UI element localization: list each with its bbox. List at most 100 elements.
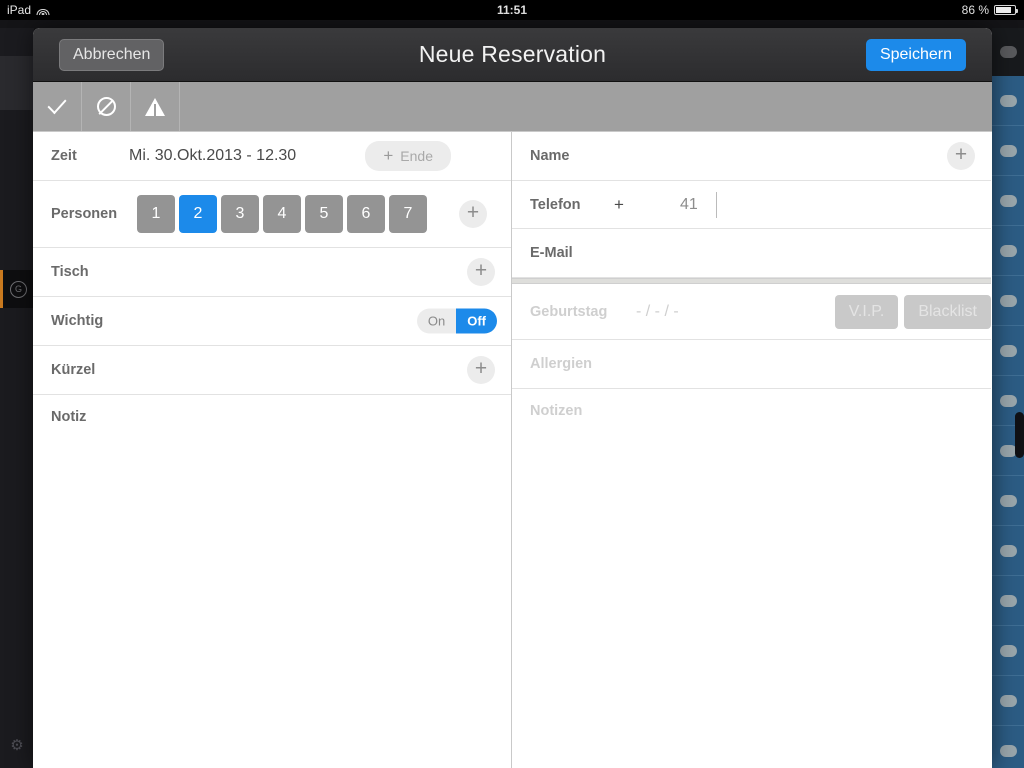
row-kuerzel[interactable]: Kürzel + [33, 346, 511, 395]
list-item[interactable] [992, 476, 1024, 526]
list-item[interactable] [992, 76, 1024, 126]
list-item[interactable] [992, 326, 1024, 376]
wichtig-toggle-on[interactable]: On [416, 308, 457, 334]
screen: G ⚙ iPad 11:51 86 % Abbrechen Neue Reser… [0, 0, 1024, 768]
personen-option-3[interactable]: 3 [221, 195, 259, 233]
row-name[interactable]: Name + [512, 132, 991, 181]
badge-icon [999, 94, 1017, 107]
check-icon [47, 93, 67, 115]
toolbar-filler [180, 82, 992, 131]
kuerzel-label: Kürzel [51, 362, 96, 378]
wichtig-toggle-off[interactable]: Off [456, 308, 497, 334]
status-right: 86 % [961, 3, 1018, 17]
telefon-input-caret[interactable] [715, 191, 717, 218]
right-column: Name + Telefon + 41 E-Mail Geburtstag - … [512, 132, 991, 768]
gear-icon: ⚙ [10, 736, 24, 754]
list-item[interactable] [992, 626, 1024, 676]
list-item[interactable] [992, 676, 1024, 726]
left-column: Zeit Mi. 30.Okt.2013 - 12.30 + Ende Pers… [33, 132, 512, 768]
row-zeit[interactable]: Zeit Mi. 30.Okt.2013 - 12.30 + Ende [33, 132, 511, 181]
badge-icon [999, 544, 1017, 557]
list-item[interactable] [992, 526, 1024, 576]
notizen-textarea [512, 435, 991, 675]
ban-icon [96, 97, 116, 116]
list-item[interactable] [992, 176, 1024, 226]
status-time: 11:51 [496, 3, 528, 17]
circle-g-icon: G [10, 280, 27, 298]
telefon-label: Telefon [530, 196, 581, 213]
badge-icon [999, 594, 1017, 607]
personen-option-1[interactable]: 1 [137, 195, 175, 233]
personen-add-button[interactable]: + [459, 200, 487, 228]
zeit-value[interactable]: Mi. 30.Okt.2013 - 12.30 [129, 147, 296, 165]
notiz-label: Notiz [51, 409, 87, 425]
battery-icon [994, 5, 1018, 15]
email-label: E-Mail [530, 245, 573, 261]
row-personen: Personen 1 2 3 4 5 6 7 + [33, 181, 511, 248]
row-notizen: Notizen [512, 389, 991, 435]
badge-icon [999, 46, 1017, 58]
list-item[interactable] [992, 226, 1024, 276]
list-item[interactable] [992, 276, 1024, 326]
badge-icon [999, 344, 1017, 357]
badge-icon [999, 494, 1017, 507]
personen-label: Personen [51, 206, 118, 222]
badge-icon [999, 244, 1017, 257]
notiz-textarea[interactable] [33, 441, 511, 681]
background-settings-button[interactable]: ⚙ [0, 726, 34, 764]
battery-percent-label: 86 % [961, 3, 989, 17]
background-sidebar-item-active[interactable]: G [0, 270, 34, 308]
warning-icon [145, 97, 165, 116]
list-item[interactable] [992, 726, 1024, 768]
status-confirmed-button[interactable] [33, 82, 82, 131]
row-telefon[interactable]: Telefon + 41 [512, 181, 991, 229]
add-end-time-button[interactable]: + Ende [365, 141, 451, 171]
badge-icon [999, 144, 1017, 157]
save-button[interactable]: Speichern [865, 39, 966, 71]
row-tisch[interactable]: Tisch + [33, 248, 511, 297]
form-body: Zeit Mi. 30.Okt.2013 - 12.30 + Ende Pers… [33, 132, 992, 768]
row-email[interactable]: E-Mail [512, 229, 991, 278]
guest-flag-buttons: V.I.P. Blacklist [834, 294, 991, 329]
kuerzel-add-button[interactable]: + [467, 356, 495, 384]
row-wichtig: Wichtig On Off [33, 297, 511, 346]
geburtstag-value: - / - / - [636, 302, 679, 320]
row-geburtstag: Geburtstag - / - / - V.I.P. Blacklist [512, 284, 991, 340]
badge-icon [999, 294, 1017, 307]
personen-options: 1 2 3 4 5 6 7 [137, 195, 427, 233]
background-sidebar-header [0, 56, 34, 110]
personen-option-2[interactable]: 2 [179, 195, 217, 233]
status-cancelled-button[interactable] [82, 82, 131, 131]
personen-option-4[interactable]: 4 [263, 195, 301, 233]
new-reservation-modal: Abbrechen Neue Reservation Speichern Zei… [33, 28, 992, 768]
blacklist-button: Blacklist [904, 294, 991, 329]
personen-option-7[interactable]: 7 [389, 195, 427, 233]
badge-icon [999, 444, 1017, 457]
row-allergien: Allergien [512, 340, 991, 389]
vip-button: V.I.P. [834, 294, 899, 329]
badge-icon [999, 394, 1017, 407]
tisch-add-button[interactable]: + [467, 258, 495, 286]
background-list-header [992, 28, 1024, 76]
telefon-plus-icon: + [614, 194, 624, 214]
row-notiz[interactable]: Notiz [33, 395, 511, 441]
status-bar: iPad 11:51 86 % [0, 0, 1024, 20]
modal-navbar: Abbrechen Neue Reservation Speichern [33, 28, 992, 82]
badge-icon [999, 194, 1017, 207]
status-toolbar [33, 82, 992, 132]
name-add-button[interactable]: + [947, 142, 975, 170]
list-item[interactable] [992, 126, 1024, 176]
status-warning-button[interactable] [131, 82, 180, 131]
plus-icon: + [383, 146, 394, 165]
list-item[interactable] [992, 576, 1024, 626]
badge-icon [999, 744, 1017, 757]
badge-icon [999, 694, 1017, 707]
personen-option-6[interactable]: 6 [347, 195, 385, 233]
personen-option-5[interactable]: 5 [305, 195, 343, 233]
scroll-indicator[interactable] [1015, 412, 1024, 458]
geburtstag-label: Geburtstag [530, 303, 608, 320]
telefon-country-code[interactable]: 41 [680, 196, 698, 214]
wichtig-toggle[interactable]: On Off [416, 308, 497, 334]
page-title: Neue Reservation [418, 41, 607, 67]
notizen-label: Notizen [530, 403, 583, 419]
